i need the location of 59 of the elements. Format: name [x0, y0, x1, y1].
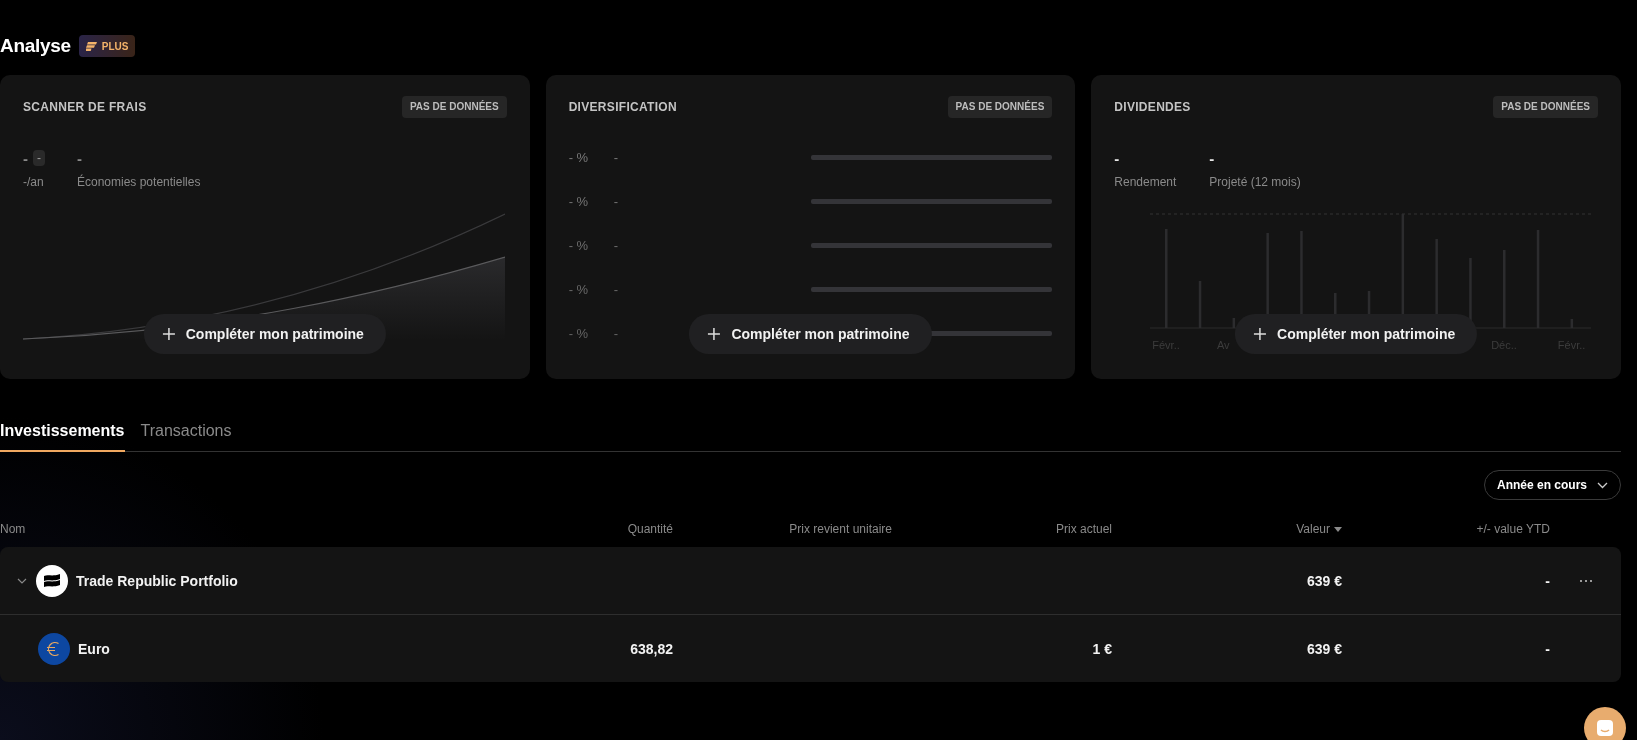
holding-row[interactable]: Euro 638,82 1 € 639 € - [0, 614, 1621, 682]
stat-label: Économies potentielles [77, 175, 201, 189]
category-text: - [613, 237, 618, 253]
table-cell-text: - [1544, 640, 1550, 657]
percent-text: - % [568, 281, 589, 297]
complete-assets-button[interactable]: Compléter mon patrimoine [1235, 314, 1478, 354]
category-text: - [613, 193, 618, 209]
column-header: Prix actuel [1055, 522, 1112, 536]
chat-icon [1596, 719, 1614, 737]
stat-chip: - [33, 150, 45, 166]
table-cell-text: 639 € [1305, 572, 1342, 589]
status-badge: PAS DE DONNÉES [947, 95, 1053, 118]
stat-label: -/an [23, 175, 45, 189]
card-title: SCANNER DE FRAIS [23, 100, 147, 114]
percent-text: - % [568, 149, 589, 165]
column-header: Quantité [627, 522, 673, 536]
card-title: DIVERSIFICATION [568, 99, 677, 114]
holding-row[interactable]: Trade Republic Portfolio 639 € - [0, 547, 1621, 614]
stat-value: - [1209, 149, 1215, 167]
complete-assets-button[interactable]: Compléter mon patrimoine [689, 314, 932, 354]
percent-text: - % [568, 193, 589, 209]
holding-name: Trade Republic Portfolio [76, 572, 238, 589]
percent-text: - % [568, 237, 589, 253]
stat-value: - [77, 149, 82, 167]
stripes-icon [85, 41, 97, 51]
plus-badge: PLUS [78, 35, 136, 57]
portfolio-logo-icon [36, 564, 68, 597]
euro-logo-icon [38, 632, 70, 665]
column-header: Prix revient unitaire [789, 522, 892, 536]
holding-name: Euro [78, 640, 110, 657]
chevron-down-icon [1597, 481, 1608, 489]
table-cell-text: 639 € [1305, 640, 1342, 657]
chat-launcher-button[interactable] [1584, 707, 1626, 740]
column-header: Nom [0, 522, 26, 536]
tab[interactable]: Investissements [0, 411, 125, 452]
period-select[interactable]: Année en cours [1483, 470, 1621, 500]
table-cell-text: - [1544, 572, 1550, 589]
category-text: - [613, 281, 618, 297]
stat-label: Rendement [1114, 175, 1178, 189]
column-header: +/- value YTD [1476, 522, 1550, 536]
card-title: DIVIDENDES [1114, 100, 1191, 114]
tab[interactable]: Transactions [140, 411, 232, 452]
status-badge: PAS DE DONNÉES [401, 96, 507, 118]
table-cell-text: 638,82 [629, 640, 673, 657]
stat-label: Projeté (12 mois) [1209, 175, 1302, 189]
status-badge: PAS DE DONNÉES [1493, 96, 1598, 118]
page-title: Analyse [0, 35, 71, 57]
stat-value: - [1114, 149, 1120, 167]
plus-icon [161, 327, 176, 341]
plus-icon [1253, 327, 1268, 341]
column-header[interactable]: Valeur [1296, 522, 1330, 536]
plus-icon [707, 327, 722, 341]
complete-assets-button[interactable]: Compléter mon patrimoine [143, 314, 386, 354]
more-button[interactable] [1578, 578, 1593, 583]
stat-value: - [23, 149, 28, 167]
category-text: - [613, 149, 618, 165]
table-cell-text: 1 € [1091, 640, 1112, 657]
category-text: - [613, 325, 618, 341]
percent-text: - % [568, 325, 589, 341]
